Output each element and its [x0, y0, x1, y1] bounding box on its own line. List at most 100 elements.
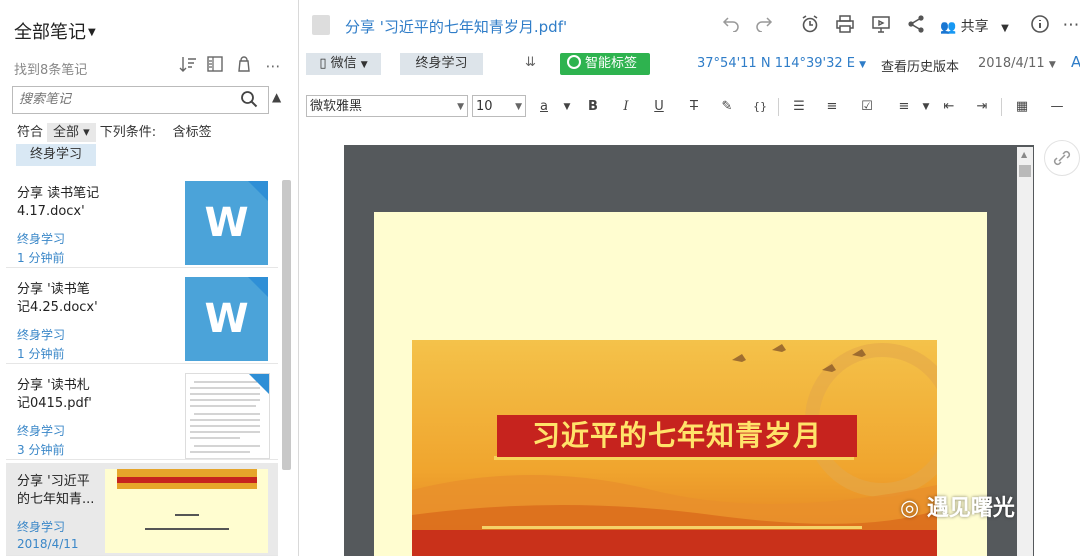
- filter-match-value: 全部: [53, 125, 80, 140]
- location-coords: 37°54'11 N 114°39'32 E: [697, 56, 856, 71]
- chevron-down-icon: ▼: [859, 60, 867, 70]
- note-time: 3 分钟前: [17, 443, 65, 457]
- list-item[interactable]: 分享 '读书札记0415.pdf' 终身学习 3 分钟前: [6, 367, 278, 460]
- users-icon: 👥: [940, 20, 957, 35]
- note-tag: 终身学习: [17, 424, 66, 438]
- note-title: 分享 '读书笔记4.25.docx': [17, 282, 98, 315]
- note-title-field[interactable]: 分享 '习近平的七年知青岁月.pdf': [345, 16, 567, 37]
- font-size-value: 10: [476, 99, 493, 114]
- filter-match-dropdown[interactable]: 全部 ▾: [47, 123, 96, 142]
- filter-row: 符合 全部 ▾ 下列条件: 含标签: [17, 121, 212, 142]
- history-link[interactable]: 查看历史版本: [881, 56, 959, 75]
- list-item[interactable]: 分享 '读书笔记4.25.docx' 终身学习 1 分钟前 W: [6, 271, 278, 364]
- note-tag-chip[interactable]: 终身学习: [400, 53, 483, 75]
- list-scrollbar[interactable]: [282, 180, 291, 470]
- chevron-down-icon: ▼: [1048, 60, 1056, 70]
- share-corner-icon: [248, 277, 268, 297]
- alarm-icon[interactable]: [799, 14, 821, 36]
- filter-match-label: 符合: [17, 125, 44, 140]
- indent-icon[interactable]: ⇥: [971, 96, 993, 118]
- share-label: 共享: [960, 19, 989, 35]
- horizontal-rule-icon[interactable]: —: [1046, 96, 1068, 118]
- toolbar-divider: [1001, 98, 1002, 116]
- note-title: 分享 '读书札记0415.pdf': [17, 378, 92, 411]
- bullet-list-icon[interactable]: ☰: [788, 96, 810, 118]
- italic-icon[interactable]: I: [615, 96, 637, 118]
- numbered-list-icon[interactable]: ≡: [821, 96, 843, 118]
- chevron-down-icon: ▼: [1001, 23, 1009, 34]
- watermark: ◎ 遇见曙光: [900, 490, 1015, 522]
- list-item[interactable]: 分享 '习近平的七年知青... 终身学习 2018/4/11: [6, 463, 278, 556]
- pdf-banner-thumbnail: [105, 469, 268, 553]
- strikethrough-icon[interactable]: T: [683, 96, 705, 118]
- note-tag: 终身学习: [17, 520, 66, 534]
- filter-tag-chip[interactable]: 终身学习: [16, 144, 96, 166]
- info-icon[interactable]: [1029, 14, 1051, 36]
- align-icon[interactable]: ≡: [893, 96, 915, 118]
- font-family-value: 微软雅黑: [310, 99, 363, 114]
- list-item[interactable]: 分享 读书笔记4.17.docx' 终身学习 1 分钟前 W: [6, 175, 278, 268]
- link-icon: [1053, 150, 1071, 166]
- note-list: 分享 读书笔记4.17.docx' 终身学习 1 分钟前 W 分享 '读书笔记4…: [0, 175, 298, 556]
- undo-icon[interactable]: [720, 14, 742, 36]
- toolbar-divider: [778, 98, 779, 116]
- scroll-up-icon[interactable]: ▲: [1021, 150, 1027, 159]
- table-icon[interactable]: ▦: [1011, 96, 1033, 118]
- chevron-down-icon[interactable]: ▼: [915, 96, 937, 118]
- smart-tag-button[interactable]: 智能标签: [560, 53, 650, 75]
- underline-icon[interactable]: U: [648, 96, 670, 118]
- search-input[interactable]: [13, 87, 235, 111]
- share-corner-icon: [249, 374, 269, 394]
- notebook-icon: ▯: [319, 56, 327, 71]
- sort-icon[interactable]: [177, 55, 199, 77]
- clip-icon[interactable]: [233, 55, 255, 77]
- collapse-search-icon[interactable]: ▲: [272, 90, 281, 104]
- present-icon[interactable]: [870, 14, 892, 36]
- banner-title: 习近平的七年知青岁月: [497, 415, 857, 457]
- filter-condition-value[interactable]: 含标签: [173, 125, 212, 140]
- search-icon[interactable]: [240, 90, 258, 108]
- notebook-selector[interactable]: 全部笔记 ▼: [14, 18, 96, 44]
- highlight-icon[interactable]: ✎: [716, 96, 738, 118]
- notebook-title: 全部笔记: [14, 22, 86, 43]
- more-icon[interactable]: ⋯: [262, 55, 284, 77]
- pdf-text-thumbnail: [185, 373, 270, 459]
- font-family-select[interactable]: 微软雅黑 ▼: [306, 95, 468, 117]
- link-button[interactable]: [1044, 140, 1080, 176]
- scrollbar-thumb[interactable]: [1019, 165, 1031, 177]
- code-icon[interactable]: {}: [749, 96, 771, 118]
- note-title: 分享 '习近平的七年知青...: [17, 474, 95, 507]
- pdf-scrollbar[interactable]: ▲: [1017, 147, 1033, 556]
- chevron-down-icon: ▼: [515, 102, 522, 112]
- more-options-icon[interactable]: ⋯: [1060, 14, 1080, 36]
- print-icon[interactable]: [834, 14, 856, 36]
- share-corner-icon: [248, 181, 268, 201]
- filter-condition-label: 下列条件:: [99, 125, 157, 140]
- smart-tag-label: 智能标签: [585, 56, 638, 71]
- share-network-icon[interactable]: [905, 14, 927, 36]
- note-title: 分享 读书笔记4.17.docx': [17, 186, 100, 219]
- note-time: 1 分钟前: [17, 251, 65, 265]
- chevron-down-icon: ▼: [88, 27, 96, 38]
- share-button[interactable]: 👥 共享 ▼: [940, 16, 1009, 36]
- note-count: 找到8条笔记: [14, 63, 88, 78]
- chevron-down-icon: ▼: [360, 60, 368, 70]
- note-time: 1 分钟前: [17, 347, 65, 361]
- note-date: 2018/4/11: [978, 56, 1045, 71]
- redo-icon[interactable]: [753, 14, 775, 36]
- chevron-down-icon: ▼: [457, 102, 464, 112]
- chevron-down-icon[interactable]: ▼: [556, 96, 578, 118]
- expand-meta-icon[interactable]: ⇊: [525, 55, 536, 70]
- font-style-icon[interactable]: A: [1071, 53, 1080, 71]
- search-box: [12, 86, 269, 114]
- note-time: 2018/4/11: [17, 537, 79, 551]
- location-dropdown[interactable]: 37°54'11 N 114°39'32 E ▼: [697, 56, 866, 71]
- font-color-icon[interactable]: a: [533, 96, 555, 118]
- notebook-dropdown[interactable]: ▯ 微信 ▼: [306, 53, 381, 75]
- bold-icon[interactable]: B: [582, 96, 604, 118]
- font-size-select[interactable]: 10 ▼: [472, 95, 526, 117]
- view-mode-icon[interactable]: [204, 55, 226, 77]
- date-dropdown[interactable]: 2018/4/11 ▼: [978, 56, 1056, 71]
- outdent-icon[interactable]: ⇤: [938, 96, 960, 118]
- checkbox-icon[interactable]: ☑: [856, 96, 878, 118]
